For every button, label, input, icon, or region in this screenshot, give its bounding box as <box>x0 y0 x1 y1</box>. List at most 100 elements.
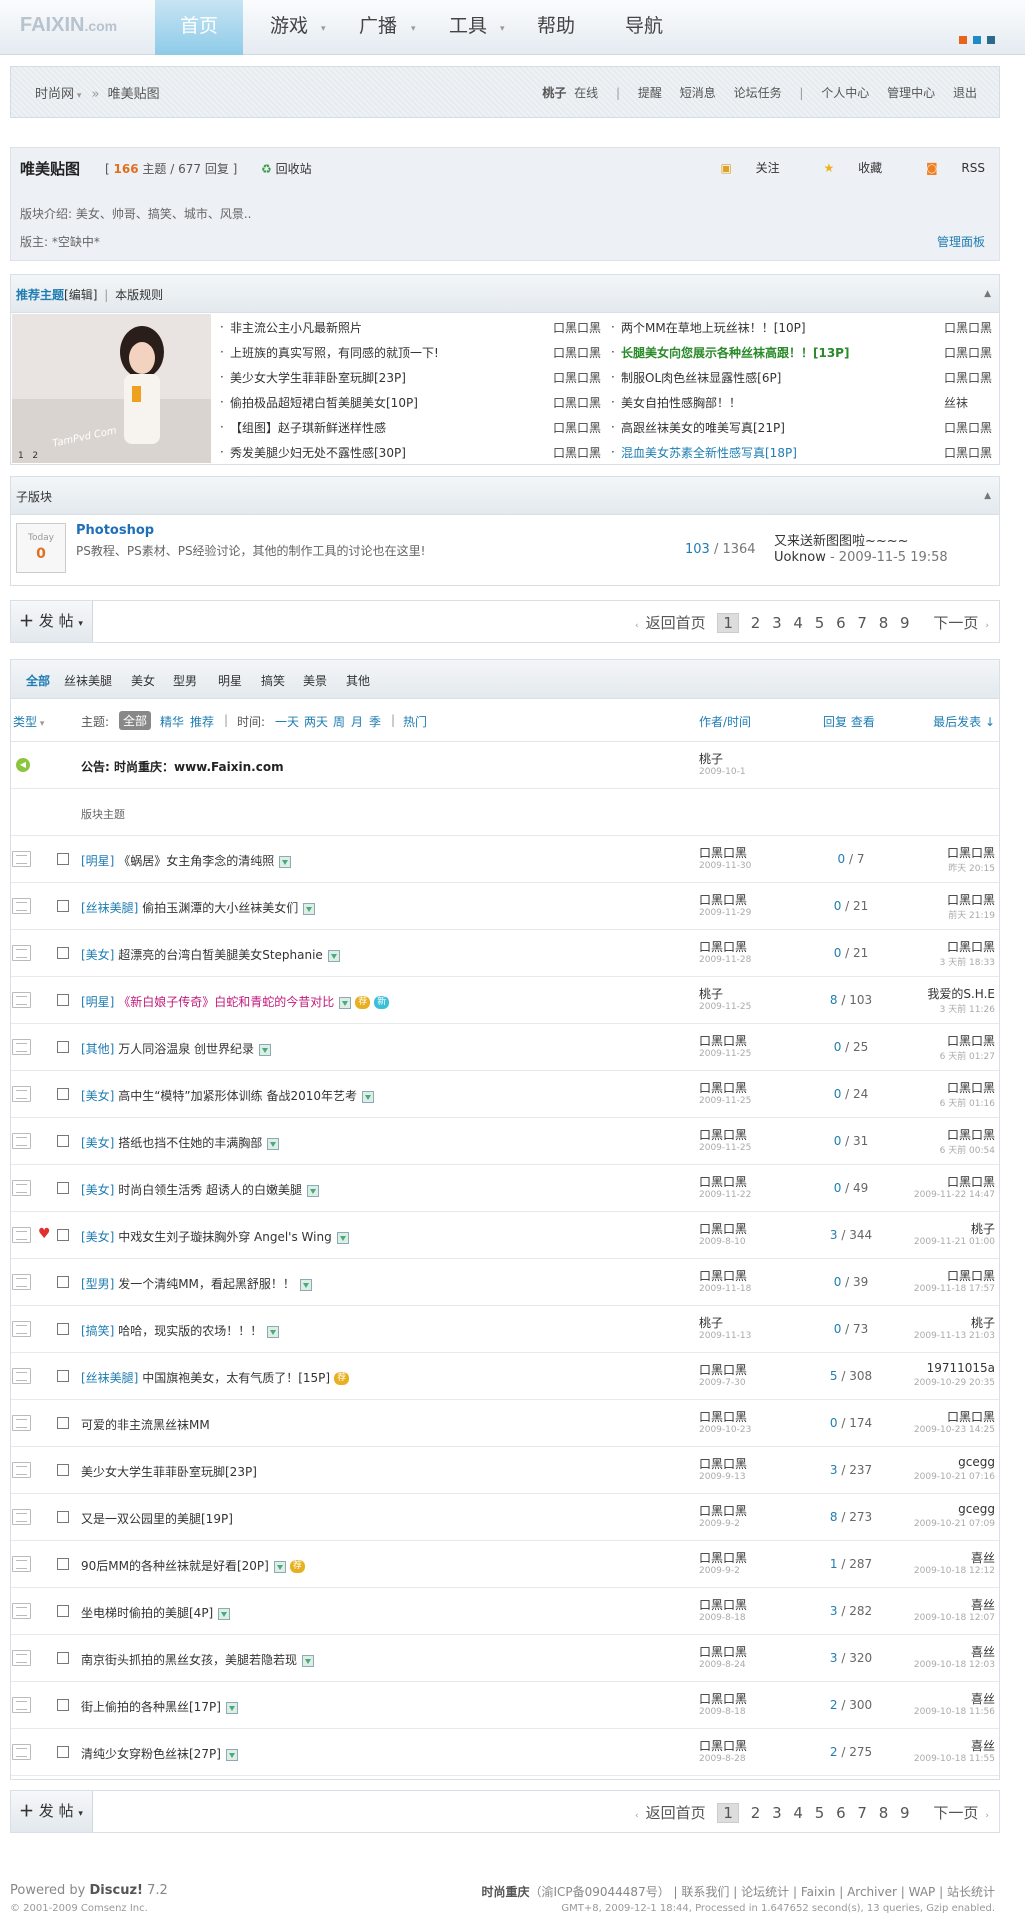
page-3[interactable]: 3 <box>772 1804 782 1822</box>
last-poster[interactable]: 喜丝 <box>971 1549 995 1566</box>
recommended-item-title[interactable]: 上班族的真实写照，有同感的就顶一下! <box>230 344 439 361</box>
thread-row[interactable]: 90后MM的各种丝袜就是好看[20P] 荐 口黑口黑 2009-9-2 1 / 287 喜… <box>11 1541 999 1588</box>
page-7[interactable]: 7 <box>857 1804 867 1822</box>
thread-title[interactable]: 发一个清纯MM，看起黑舒服！！ <box>118 1277 295 1291</box>
last-post-time[interactable]: 2009-10-18 12:07 <box>914 1613 995 1623</box>
thread-folder-icon[interactable] <box>12 898 31 914</box>
thread-author[interactable]: 口黑口黑 <box>699 1267 747 1284</box>
thread-folder-icon[interactable] <box>12 1180 31 1196</box>
thread-checkbox[interactable] <box>57 1652 69 1664</box>
thread-title[interactable]: 可爱的非主流黑丝袜MM <box>81 1418 210 1432</box>
thread-author[interactable]: 口黑口黑 <box>699 1690 747 1707</box>
thread-checkbox[interactable] <box>57 853 69 865</box>
recommended-item[interactable]: · 【组图】赵子琪新鲜迷样性感 口黑口黑 <box>220 419 605 444</box>
thread-type-tag[interactable]: [其他] <box>81 1042 114 1056</box>
thread-title[interactable]: 中戏女生刘子璇抹胸外穿 Angel's Wing <box>118 1230 332 1244</box>
thread-checkbox[interactable] <box>57 1746 69 1758</box>
reply-count[interactable]: 0 <box>838 852 846 866</box>
type-tab-beauty[interactable]: 美女 <box>131 672 155 689</box>
thread-folder-icon[interactable] <box>12 1744 31 1760</box>
thread-author[interactable]: 口黑口黑 <box>699 1502 747 1519</box>
last-post-time[interactable]: 3 天前 18:33 <box>940 955 995 968</box>
recommended-item-title[interactable]: 【组图】赵子琪新鲜迷样性感 <box>230 419 386 436</box>
nav-item-1[interactable]: 游戏 <box>245 0 333 55</box>
subforum-last-title[interactable]: 又来送新图图啦~~~~ <box>774 530 909 549</box>
image-page-1[interactable]: 1 <box>18 451 24 461</box>
recommended-image[interactable]: TamPvd Com 1 2 <box>12 314 211 463</box>
thread-folder-icon[interactable] <box>12 1368 31 1384</box>
thread-folder-icon[interactable] <box>12 1227 31 1243</box>
reply-count[interactable]: 0 <box>834 1275 842 1289</box>
last-poster[interactable]: 口黑口黑 <box>947 1079 995 1096</box>
thread-folder-icon[interactable] <box>12 945 31 961</box>
reply-count[interactable]: 0 <box>834 1322 842 1336</box>
page-7[interactable]: 7 <box>857 614 867 632</box>
thread-checkbox[interactable] <box>57 900 69 912</box>
thread-title[interactable]: 时尚白领生活秀 超诱人的白嫩美腿 <box>118 1183 302 1197</box>
subforum-last-author[interactable]: Uoknow <box>774 550 826 565</box>
thread-author[interactable]: 口黑口黑 <box>699 1643 747 1660</box>
chevron-down-icon[interactable]: ▾ <box>321 24 326 34</box>
thread-title[interactable]: 超漂亮的台湾白皙美腿美女Stephanie <box>118 948 323 962</box>
reply-count[interactable]: 3 <box>830 1651 838 1665</box>
thread-author[interactable]: 口黑口黑 <box>699 1032 747 1049</box>
time-filter-twodays[interactable]: 两天 <box>304 713 328 730</box>
chevron-down-icon[interactable]: ▾ <box>411 24 416 34</box>
time-filter-week[interactable]: 周 <box>333 713 345 730</box>
thread-folder-icon[interactable] <box>12 992 31 1008</box>
recommended-item-author[interactable]: 口黑口黑 <box>553 319 601 336</box>
thread-checkbox[interactable] <box>57 1511 69 1523</box>
reply-count[interactable]: 8 <box>830 993 838 1007</box>
thread-folder-icon[interactable] <box>12 1650 31 1666</box>
last-poster[interactable]: 喜丝 <box>971 1737 995 1754</box>
thread-type-tag[interactable]: [美女] <box>81 1136 114 1150</box>
thread-title[interactable]: 万人同浴温泉 创世界纪录 <box>118 1042 254 1056</box>
thread-title[interactable]: 《新白娘子传奇》白蛇和青蛇的今昔对比 <box>118 995 334 1009</box>
collapse-icon[interactable]: ▲ <box>984 289 991 299</box>
thread-row[interactable]: [美女] 超漂亮的台湾白皙美腿美女Stephanie 口黑口黑 2009-11-28… <box>11 930 999 977</box>
page-6[interactable]: 6 <box>836 614 846 632</box>
thread-checkbox[interactable] <box>57 1558 69 1570</box>
thread-row[interactable]: 南京街头抓拍的黑丝女孩，美腿若隐若现 口黑口黑 2009-8-24 3 / 320 喜丝… <box>11 1635 999 1682</box>
hot-filter[interactable]: 热门 <box>403 713 427 730</box>
last-poster[interactable]: gcegg <box>958 1502 995 1516</box>
recommended-item[interactable]: · 制服OL肉色丝袜显露性感[6P] 口黑口黑 <box>611 369 996 394</box>
footer-stats-link[interactable]: 论坛统计 <box>741 1885 789 1899</box>
chevron-down-icon[interactable]: ▾ <box>500 24 505 34</box>
recommended-item-author[interactable]: 口黑口黑 <box>944 419 992 436</box>
user-link-center[interactable]: 个人中心 <box>821 86 869 100</box>
user-link-notice[interactable]: 提醒 <box>638 86 662 100</box>
topic-filter-digest[interactable]: 精华 <box>160 713 184 730</box>
thread-folder-icon[interactable] <box>12 1603 31 1619</box>
announcement-title[interactable]: 公告: 时尚重庆：www.Faixin.com <box>81 758 284 775</box>
user-link-pm[interactable]: 短消息 <box>680 86 716 100</box>
thread-title[interactable]: 高中生“模特”加紧形体训练 备战2010年艺考 <box>118 1089 357 1103</box>
reply-count[interactable]: 0 <box>830 1416 838 1430</box>
thread-type-tag[interactable]: [型男] <box>81 1277 114 1291</box>
col-last-header[interactable]: 最后发表 ↓ <box>933 713 995 730</box>
thread-row[interactable]: 街上偷拍的各种黑丝[17P] 口黑口黑 2009-8-18 2 / 300 喜丝 2009… <box>11 1682 999 1729</box>
type-tab-scenery[interactable]: 美景 <box>303 672 327 689</box>
next-page-link[interactable]: 下一页 › <box>926 1802 989 1823</box>
col-author-header[interactable]: 作者/时间 <box>699 713 751 730</box>
chevron-down-icon[interactable]: ▾ <box>74 91 82 101</box>
recommended-item-title[interactable]: 美少女大学生菲菲卧室玩脚[23P] <box>230 369 406 386</box>
thread-title[interactable]: 坐电梯时偷拍的美腿[4P] <box>81 1606 213 1620</box>
recommended-item-title[interactable]: 美女自拍性感胸部！！ <box>621 394 741 411</box>
breadcrumb-forum[interactable]: 唯美贴图 <box>108 87 160 102</box>
recommended-item-author[interactable]: 口黑口黑 <box>553 419 601 436</box>
recommended-item-author[interactable]: 口黑口黑 <box>553 369 601 386</box>
thread-checkbox[interactable] <box>57 1041 69 1053</box>
announcement-author[interactable]: 桃子 <box>699 750 723 767</box>
reply-count[interactable]: 2 <box>830 1745 838 1759</box>
recycle-bin-link[interactable]: ♻ 回收站 <box>261 160 312 177</box>
image-page-2[interactable]: 2 <box>32 451 38 461</box>
last-post-time[interactable]: 2009-10-29 20:35 <box>914 1378 995 1388</box>
thread-folder-icon[interactable] <box>12 1321 31 1337</box>
thread-checkbox[interactable] <box>57 1464 69 1476</box>
rss-button[interactable]: ◙ RSS <box>906 161 985 175</box>
type-tab-stars[interactable]: 明星 <box>218 672 242 689</box>
last-post-time[interactable]: 2009-10-18 12:12 <box>914 1566 995 1576</box>
thread-folder-icon[interactable] <box>12 1415 31 1431</box>
manage-panel-link[interactable]: 管理面板 <box>937 233 985 250</box>
